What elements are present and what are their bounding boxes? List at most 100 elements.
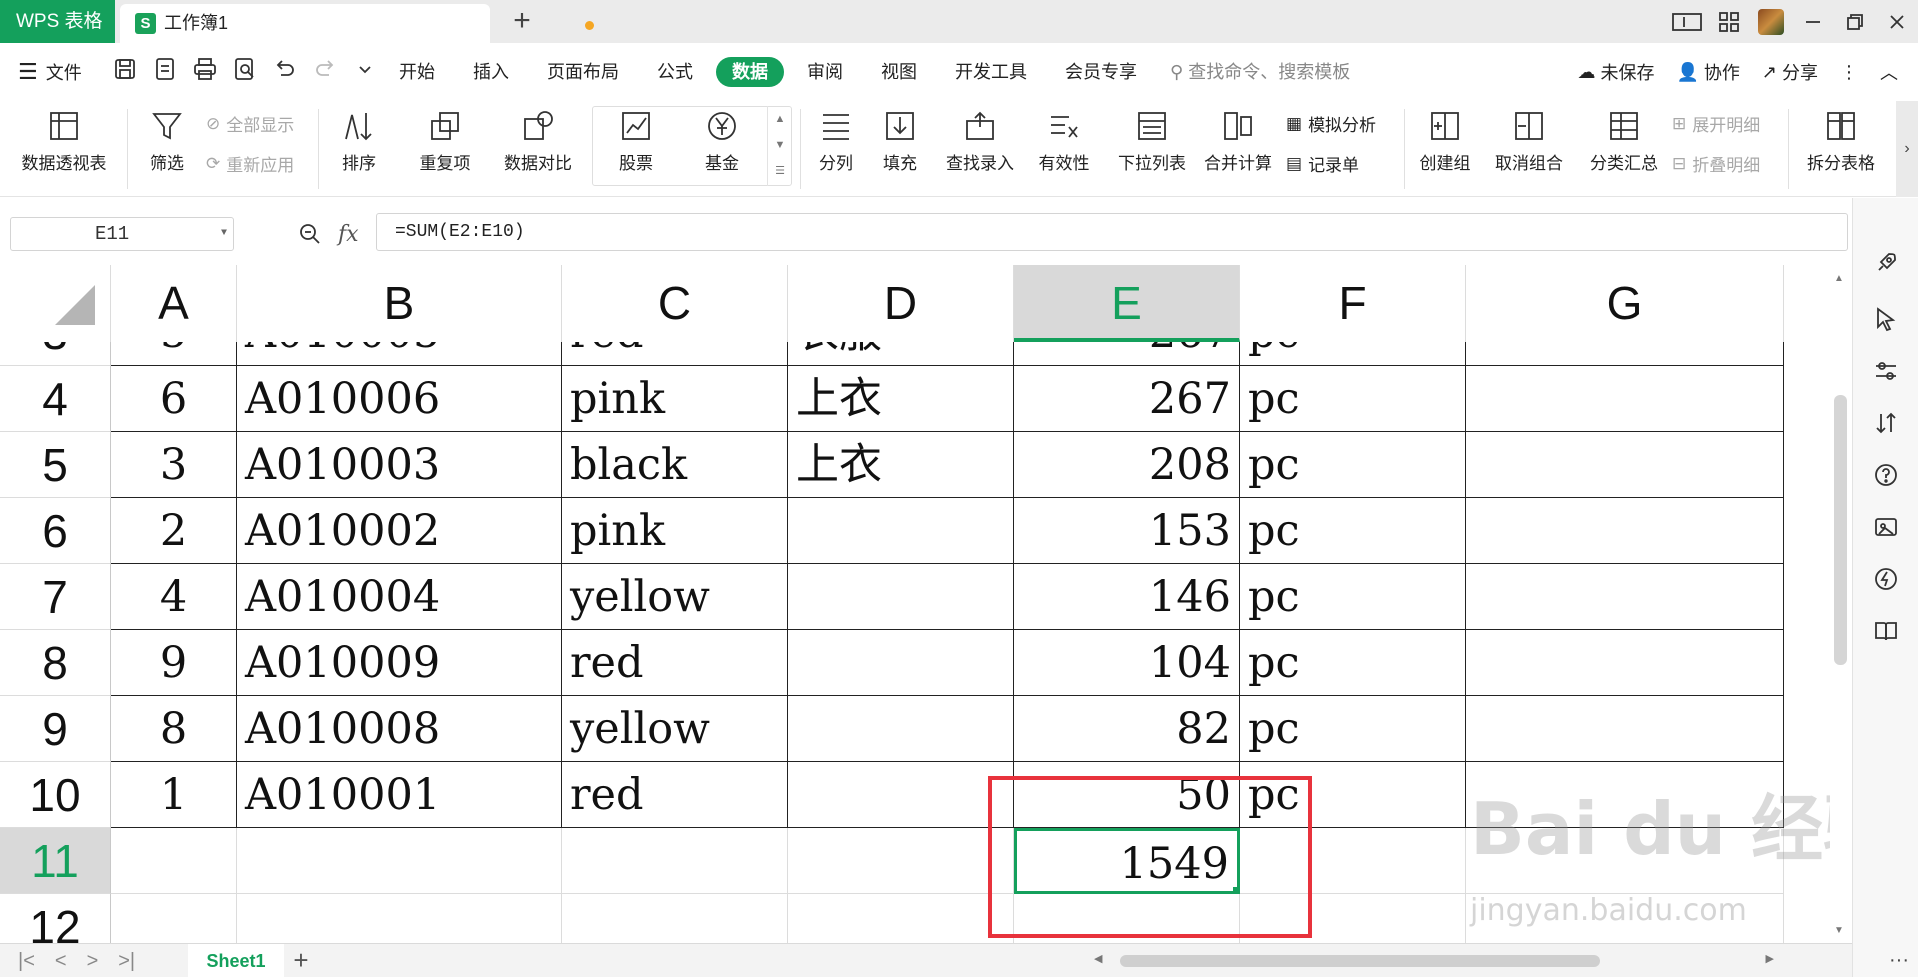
more-menu-icon[interactable]: ⋮ [1840,62,1858,83]
add-sheet-button[interactable]: + [286,944,316,977]
cell[interactable]: 4 [111,564,237,630]
filter-button[interactable]: 筛选 [138,109,196,174]
cell[interactable] [788,498,1014,564]
scroll-down-icon[interactable]: ▼ [1834,925,1844,936]
cell[interactable]: pc [1240,366,1466,432]
create-group-button[interactable]: 创建组 [1414,109,1476,174]
rocket-icon[interactable] [1873,250,1899,276]
split-column-button[interactable]: 分列 [810,109,862,174]
column-header-f[interactable]: F [1240,265,1466,342]
cell[interactable]: pc [1240,696,1466,762]
split-table-button[interactable]: 拆分表格 [1798,109,1884,174]
first-sheet-icon[interactable]: |< [18,950,35,973]
cell[interactable]: 上衣 [788,432,1014,498]
cell[interactable]: pink [562,366,788,432]
horizontal-scroll-thumb[interactable] [1120,955,1600,967]
cell[interactable]: 上衣 [788,366,1014,432]
formula-input[interactable]: =SUM(E2:E10) [376,213,1848,251]
cell[interactable]: 82 [1014,696,1240,762]
cell[interactable] [1466,630,1784,696]
duplicates-button[interactable]: 重复项 [408,109,482,174]
cell[interactable] [1466,564,1784,630]
share-button[interactable]: ↗ 分享 [1762,59,1818,85]
dropdown-list-button[interactable]: 下拉列表 [1114,109,1190,174]
print-preview-icon[interactable] [232,57,258,85]
show-all-button[interactable]: ⊘ 全部显示 [206,111,294,136]
cell[interactable]: 267 [1014,366,1240,432]
pivot-table-button[interactable]: 数据透视表 [12,109,116,174]
cell[interactable]: 6 [111,366,237,432]
file-menu[interactable]: ☰ 文件 [18,43,82,101]
cell[interactable]: 1 [111,762,237,828]
cell[interactable]: 104 [1014,630,1240,696]
cell[interactable] [788,630,1014,696]
row-header[interactable]: 10 [0,762,111,828]
document-tab[interactable]: S 工作簿1 [120,4,594,43]
cell[interactable] [111,828,237,894]
unsaved-cloud-button[interactable]: ☁ 未保存 [1577,59,1654,85]
row-header[interactable]: 3 [0,342,111,366]
row-header[interactable]: 9 [0,696,111,762]
cell[interactable]: yellow [562,564,788,630]
collapse-detail-button[interactable]: ⊟ 折叠明细 [1672,151,1760,176]
save-icon[interactable] [112,57,138,85]
column-header-g[interactable]: G [1466,265,1784,342]
cell[interactable] [1466,366,1784,432]
cell[interactable]: A010006 [237,366,562,432]
sort-button[interactable]: 排序 [330,109,388,174]
zoom-search-icon[interactable] [298,222,322,246]
what-if-analysis-button[interactable]: ▦ 模拟分析 [1286,111,1376,136]
select-all-corner[interactable] [0,265,111,342]
cell[interactable] [788,894,1014,943]
cell[interactable]: A010005 [237,342,562,366]
reapply-button[interactable]: ⟳ 重新应用 [206,151,294,176]
undo-icon[interactable] [272,57,298,85]
cell[interactable]: A010004 [237,564,562,630]
ungroup-button[interactable]: 取消组合 [1486,109,1572,174]
cell[interactable] [788,564,1014,630]
row-header[interactable]: 12 [0,894,111,943]
validity-button[interactable]: 有效性 [1030,109,1098,174]
cell[interactable] [562,828,788,894]
row-header-selected[interactable]: 11 [0,828,111,894]
next-sheet-icon[interactable]: > [87,950,99,973]
cell[interactable] [111,894,237,943]
cell[interactable]: red [562,342,788,366]
cell[interactable]: red [562,762,788,828]
row-header[interactable]: 8 [0,630,111,696]
column-header-a[interactable]: A [111,265,237,342]
vertical-scrollbar[interactable]: ▲ ▼ [1830,265,1852,943]
subtotal-button[interactable]: 分类汇总 [1584,109,1664,174]
restore-button[interactable] [1834,0,1876,43]
cell[interactable] [788,828,1014,894]
sliders-icon[interactable] [1873,358,1899,384]
cell[interactable] [1466,342,1784,366]
cell[interactable]: yellow [562,696,788,762]
cell[interactable]: A010001 [237,762,562,828]
column-header-b[interactable]: B [237,265,562,342]
cell[interactable]: A010003 [237,432,562,498]
row-header[interactable]: 6 [0,498,111,564]
cell[interactable]: A010002 [237,498,562,564]
help-icon[interactable] [1873,462,1899,488]
tab-home[interactable]: 开始 [380,57,454,87]
cell[interactable]: pink [562,498,788,564]
tab-membership[interactable]: 会员专享 [1046,57,1156,87]
expand-detail-button[interactable]: ⊞ 展开明细 [1672,111,1760,136]
scroll-up-icon[interactable]: ▲ [1834,273,1844,284]
cell[interactable] [562,894,788,943]
consolidate-button[interactable]: 合并计算 [1200,109,1276,174]
template-icon[interactable] [1873,514,1899,540]
close-button[interactable] [1876,0,1918,43]
cell[interactable]: 208 [1014,432,1240,498]
sheet-tab-sheet1[interactable]: Sheet1 [188,944,284,977]
cell[interactable]: 衣服 [788,342,1014,366]
app-tab[interactable]: WPS 表格 [0,0,115,43]
record-form-button[interactable]: ▤ 记录单 [1286,151,1359,176]
grid-apps-icon[interactable] [1708,0,1750,43]
minimize-button[interactable] [1792,0,1834,43]
prev-sheet-icon[interactable]: < [55,950,67,973]
cell[interactable]: 9 [111,630,237,696]
lookup-entry-button[interactable]: 查找录入 [942,109,1018,174]
scroll-right-icon[interactable]: ▶ [1766,952,1774,965]
